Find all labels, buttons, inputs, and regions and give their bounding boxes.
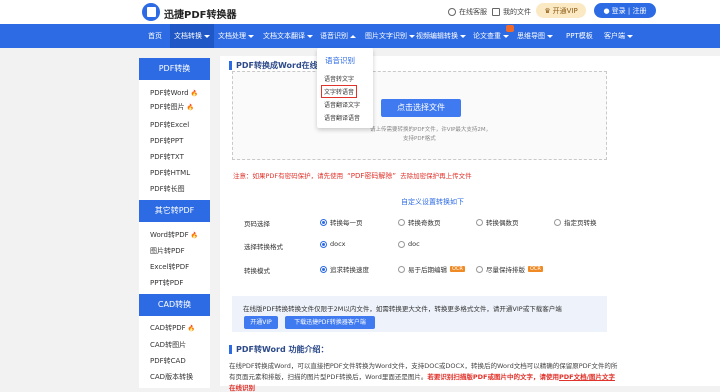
- chevron-down-icon: [627, 34, 633, 38]
- sidebar-item-pdf-to-cad[interactable]: PDF转CAD: [150, 356, 186, 366]
- upload-hint: 请上传需要转换的PDF文件，许VIP最大支持2M，: [370, 127, 492, 133]
- sidebar-section-cad-convert[interactable]: CAD转换: [139, 294, 210, 316]
- radio-icon: [476, 265, 483, 273]
- radio-doc[interactable]: doc: [398, 240, 420, 248]
- pdf-password-remove-link[interactable]: “PDF密码解除”: [347, 172, 396, 180]
- page-title: PDF转换成Word在线: [229, 60, 318, 71]
- nav-doc-translate[interactable]: 文档文本翻译: [263, 24, 313, 48]
- nav-paper-check[interactable]: 论文查重: [473, 24, 509, 48]
- limit-info-text: 在线版PDF转换转换文件仅限于2M以内文件，如需转换更大文件，转换更多格式文件，…: [243, 305, 562, 313]
- password-notice: 注意：如果PDF有密码保护，请先使用 “PDF密码解除” 去除加密保护再上传文件: [233, 172, 472, 180]
- nav-doc-convert[interactable]: 文档转换: [170, 24, 214, 48]
- page-select-label: 页码选择: [244, 220, 270, 228]
- intro-paragraph-line1: 在线PDF转换成Word，可以直接把PDF文件转换为Word文件，支持DOC或D…: [229, 362, 618, 370]
- open-vip-button[interactable]: 开通VIP: [244, 316, 278, 329]
- user-icon: ●: [603, 6, 610, 15]
- sidebar-section-other-to-pdf[interactable]: 其它转PDF: [139, 200, 210, 222]
- sidebar-item-pdf-to-html[interactable]: PDF转HTML: [150, 168, 190, 178]
- file-icon: [492, 8, 500, 16]
- radio-icon: [398, 240, 405, 248]
- radio-icon: [320, 265, 327, 273]
- sidebar-item-pdf-to-excel[interactable]: PDF转Excel: [150, 120, 189, 130]
- fire-icon: 🔥: [187, 325, 196, 332]
- crown-icon: ♛: [544, 6, 551, 15]
- sidebar-item-pdf-to-long-image[interactable]: PDF转长图: [150, 184, 185, 194]
- intro-paragraph-line2: 有页面元素和排版，扫描的图片型PDF转换后，Word里面还是图片。若要识别扫描版…: [229, 373, 615, 381]
- sidebar-item-pdf-to-word[interactable]: PDF转Word 🔥: [150, 88, 198, 98]
- radio-edit-mode[interactable]: 易于后期编辑 OCR: [398, 264, 465, 274]
- my-files-link[interactable]: 我的文件: [492, 7, 531, 17]
- nav-client[interactable]: 客户端: [604, 24, 633, 48]
- nav-mind-map[interactable]: 思维导图: [517, 24, 553, 48]
- sidebar-item-cad-to-image[interactable]: CAD转图片: [150, 340, 186, 350]
- login-register-button[interactable]: ● 登录 | 注册: [594, 3, 656, 18]
- radio-icon: [398, 265, 405, 273]
- sidebar-item-pdf-to-image[interactable]: PDF转图片 🔥: [150, 102, 194, 112]
- dropdown-item-speech-translate-speech[interactable]: 语音翻译语音: [324, 113, 360, 122]
- sidebar: PDF转换 PDF转Word 🔥 PDF转图片 🔥 PDF转Excel PDF转PP…: [139, 58, 210, 388]
- radio-all-pages[interactable]: 转换每一页: [320, 217, 363, 227]
- chevron-up-icon: [350, 34, 356, 38]
- chevron-down-icon: [204, 34, 210, 38]
- main-nav: 首页 文档转换 文档处理 文档文本翻译 语音识别 图片文字识别 视频编辑转换 论…: [0, 24, 720, 48]
- radio-docx[interactable]: docx: [320, 240, 346, 248]
- headset-icon: [448, 8, 456, 16]
- radio-icon: [398, 218, 405, 226]
- radio-layout-mode[interactable]: 尽量保持排版 OCR: [476, 264, 543, 274]
- vip-tag: OCR: [450, 266, 465, 272]
- nav-doc-process[interactable]: 文档处理: [218, 24, 254, 48]
- radio-icon: [320, 218, 327, 226]
- customer-service-link[interactable]: 在线客服: [448, 7, 487, 17]
- sidebar-item-cad-to-pdf[interactable]: CAD转PDF 🔥: [150, 323, 195, 333]
- settings-title: 自定义设置转换如下: [401, 198, 464, 206]
- radio-icon: [554, 218, 561, 226]
- dropdown-item-speech-to-text[interactable]: 语音转文字: [324, 74, 354, 83]
- chevron-down-icon: [307, 34, 313, 38]
- chevron-down-icon: [409, 34, 415, 38]
- sidebar-item-excel-to-pdf[interactable]: Excel转PDF: [150, 262, 189, 272]
- upload-hint-format: 支持PDF格式: [403, 136, 436, 142]
- chevron-down-icon: [460, 34, 466, 38]
- ocr-link-continued[interactable]: 在线识别: [229, 384, 255, 392]
- download-client-button[interactable]: 下载迅捷PDF转换器客户端: [285, 316, 375, 329]
- nav-speech-recognition[interactable]: 语音识别: [320, 24, 356, 48]
- radio-specific-pages[interactable]: 指定页转换: [554, 217, 597, 227]
- radio-icon: [476, 218, 483, 226]
- radio-odd-pages[interactable]: 转换奇数页: [398, 217, 441, 227]
- dropdown-item-speech-translate-text[interactable]: 语音翻译文字: [324, 100, 360, 109]
- vip-button[interactable]: ♛ 开通VIP: [536, 3, 586, 18]
- sidebar-item-pdf-to-txt[interactable]: PDF转TXT: [150, 152, 184, 162]
- sidebar-item-word-to-pdf[interactable]: Word转PDF 🔥: [150, 230, 198, 240]
- fire-icon: 🔥: [190, 232, 199, 239]
- sidebar-item-image-to-pdf[interactable]: 图片转PDF: [150, 246, 185, 256]
- sidebar-section-pdf-convert[interactable]: PDF转换: [139, 58, 210, 80]
- intro-title: PDF转Word 功能介绍：: [229, 344, 328, 355]
- nav-image-ocr[interactable]: 图片文字识别: [365, 24, 415, 48]
- logo-text[interactable]: 迅捷PDF转换器: [164, 6, 236, 21]
- fire-icon: 🔥: [190, 90, 199, 97]
- dropdown-item-text-to-speech[interactable]: 文字转语音: [321, 85, 358, 98]
- chevron-down-icon: [547, 34, 553, 38]
- nav-ppt-template[interactable]: PPT模板: [566, 24, 593, 48]
- radio-speed-mode[interactable]: 追求转换速度: [320, 264, 369, 274]
- radio-even-pages[interactable]: 转换偶数页: [476, 217, 519, 227]
- logo-icon[interactable]: [142, 3, 160, 21]
- dropdown-title: 语音识别: [325, 56, 355, 65]
- chevron-down-icon: [503, 34, 509, 38]
- sidebar-item-ppt-to-pdf[interactable]: PPT转PDF: [150, 278, 183, 288]
- sidebar-item-cad-version[interactable]: CAD版本转换: [150, 372, 193, 382]
- sidebar-item-pdf-to-ppt[interactable]: PDF转PPT: [150, 136, 183, 146]
- nav-home[interactable]: 首页: [148, 24, 162, 48]
- hot-badge: [506, 25, 514, 32]
- intro-paragraph-line3: 在线识别: [229, 382, 255, 392]
- format-label: 选择转换格式: [244, 243, 283, 251]
- fire-icon: 🔥: [186, 104, 195, 111]
- nav-video-convert[interactable]: 视频编辑转换: [416, 24, 466, 48]
- choose-file-button[interactable]: 点击选择文件: [381, 99, 461, 117]
- chevron-down-icon: [248, 34, 254, 38]
- mode-label: 转换模式: [244, 267, 270, 275]
- vip-tag: OCR: [528, 266, 543, 272]
- ocr-link[interactable]: PDF文档/图片文字: [559, 373, 615, 381]
- radio-icon: [320, 240, 327, 248]
